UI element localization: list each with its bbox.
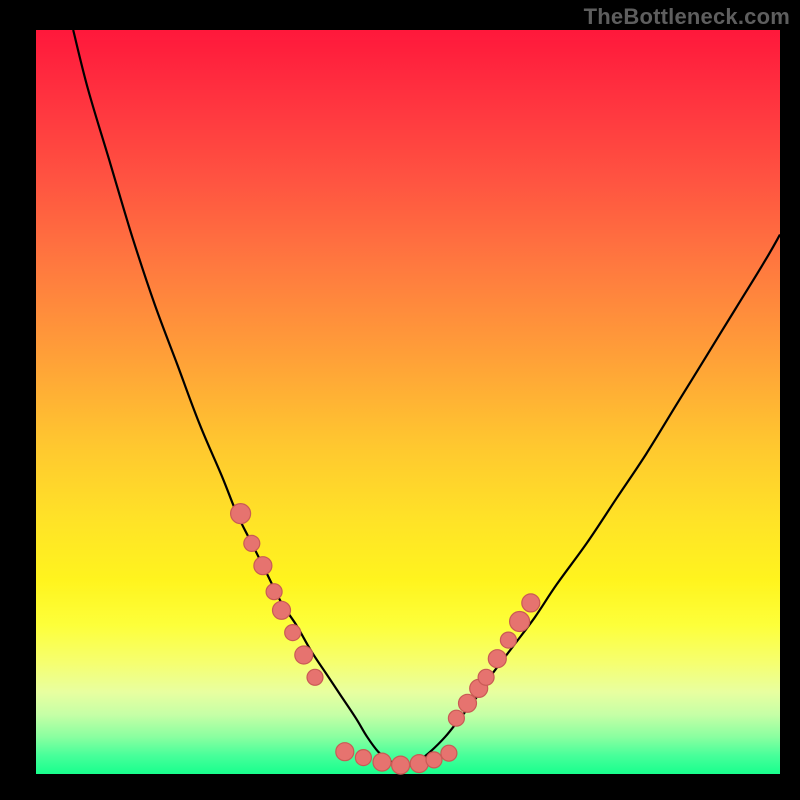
dots-right-cluster — [448, 594, 539, 726]
data-point — [266, 584, 282, 600]
watermark-text: TheBottleneck.com — [584, 4, 790, 30]
data-point — [448, 710, 464, 726]
data-point — [307, 669, 323, 685]
plot-area — [36, 30, 780, 774]
data-point — [510, 612, 530, 632]
data-point — [426, 752, 442, 768]
data-point — [478, 669, 494, 685]
data-point — [295, 646, 313, 664]
data-point — [373, 753, 391, 771]
data-point — [254, 557, 272, 575]
data-point — [522, 594, 540, 612]
data-point — [392, 756, 410, 774]
dots-floor-cluster — [336, 743, 457, 774]
data-point — [459, 694, 477, 712]
data-point — [231, 504, 251, 524]
data-point — [441, 745, 457, 761]
data-point — [488, 650, 506, 668]
data-point — [273, 601, 291, 619]
data-point — [410, 755, 428, 773]
curve-left-arm — [73, 30, 419, 767]
data-point — [285, 625, 301, 641]
data-point — [244, 535, 260, 551]
data-point — [355, 750, 371, 766]
data-point — [500, 632, 516, 648]
curve-right-arm — [389, 235, 780, 767]
chart-frame: TheBottleneck.com — [0, 0, 800, 800]
bottleneck-curve — [36, 30, 780, 774]
data-point — [336, 743, 354, 761]
